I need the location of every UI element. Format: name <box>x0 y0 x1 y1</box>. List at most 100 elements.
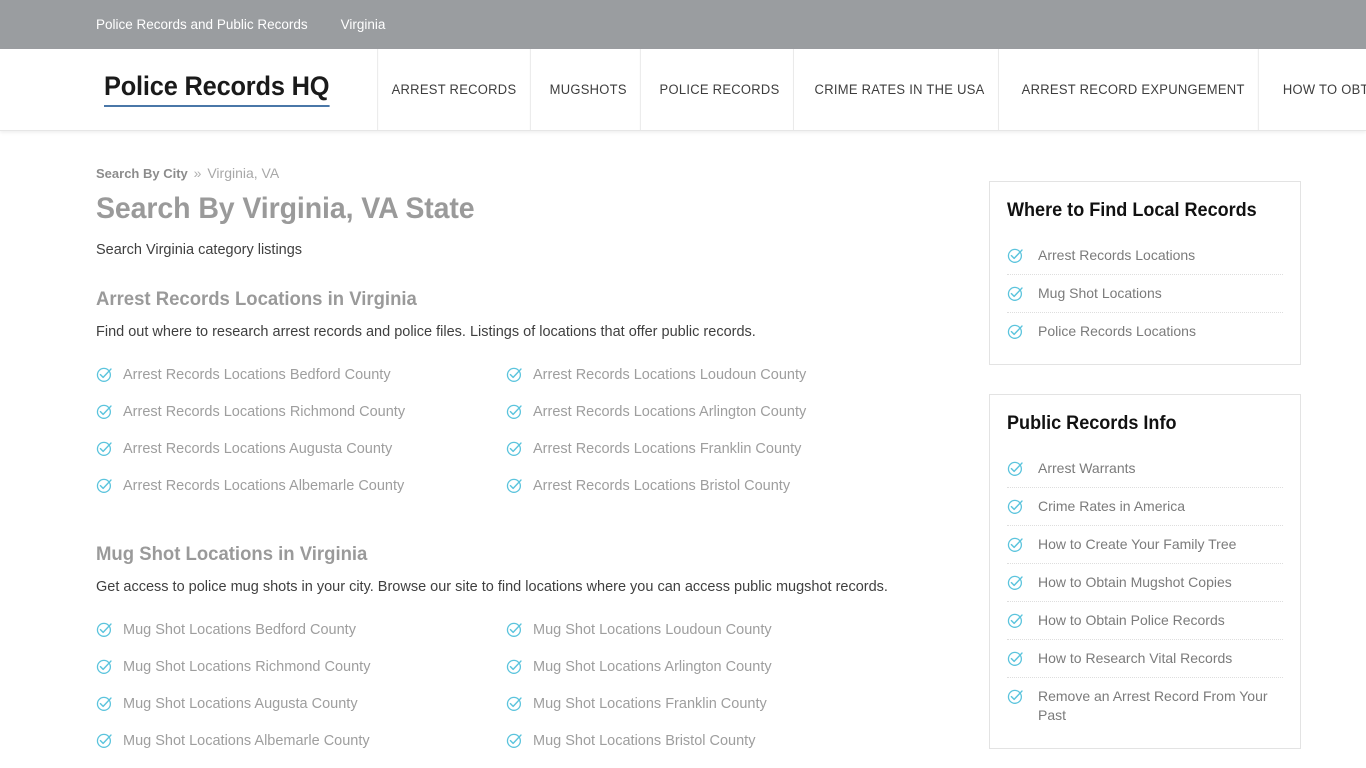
check-circle-icon <box>506 477 524 494</box>
list-item[interactable]: Mug Shot Locations Richmond County <box>96 656 506 678</box>
section-heading-mug-shot: Mug Shot Locations in Virginia <box>96 543 368 565</box>
sidebar-item-police-records-locations[interactable]: Police Records Locations <box>1007 313 1283 350</box>
list-item[interactable]: Mug Shot Locations Augusta County <box>96 693 506 715</box>
sidebar-item-label: How to Research Vital Records <box>1038 650 1233 666</box>
sidebar-item-label: Arrest Records Locations <box>1038 247 1196 263</box>
breadcrumb-root-link[interactable]: Search By City <box>96 166 188 181</box>
sidebar-item-arrest-warrants[interactable]: Arrest Warrants <box>1007 450 1283 487</box>
nav-item-obtain-public-records[interactable]: HOW TO OBTAIN PUBLIC RECORDS <box>1270 49 1366 130</box>
section-arrest-records: Arrest Records Locations in Virginia Fin… <box>96 288 926 497</box>
sidebar-item-label: How to Obtain Mugshot Copies <box>1038 574 1232 590</box>
list-item[interactable]: Arrest Records Locations Bedford County <box>96 364 506 386</box>
sidebar-item-how-to-obtain-police-records[interactable]: How to Obtain Police Records <box>1007 602 1283 639</box>
list-item[interactable]: Mug Shot Locations Franklin County <box>506 693 916 715</box>
check-circle-icon <box>96 440 114 457</box>
list-item: Police Records Locations <box>1007 313 1283 350</box>
check-circle-icon <box>506 658 524 675</box>
check-circle-icon <box>96 366 114 383</box>
check-circle-icon <box>506 732 524 749</box>
list-item[interactable]: Mug Shot Locations Arlington County <box>506 656 916 678</box>
link-grid-arrest-records: Arrest Records Locations Bedford County … <box>96 364 926 497</box>
sidebar-item-how-to-obtain-mugshot-copies[interactable]: How to Obtain Mugshot Copies <box>1007 564 1283 601</box>
check-circle-icon <box>96 403 114 420</box>
sidebar-item-label: How to Obtain Police Records <box>1038 612 1225 628</box>
check-circle-icon <box>96 658 114 675</box>
topbar-link-police-records[interactable]: Police Records and Public Records <box>96 17 308 32</box>
check-circle-icon <box>1007 498 1025 515</box>
check-circle-icon <box>96 621 114 638</box>
list-item-label: Arrest Records Locations Richmond County <box>123 404 406 420</box>
check-circle-icon <box>1007 574 1025 591</box>
list-item[interactable]: Mug Shot Locations Bedford County <box>96 619 506 641</box>
list-item: Arrest Warrants <box>1007 450 1283 488</box>
page-lede: Search Virginia category listings <box>96 242 303 258</box>
breadcrumb-separator: » <box>193 165 202 181</box>
sidebar-item-label: How to Create Your Family Tree <box>1038 536 1237 552</box>
topbar-link-virginia[interactable]: Virginia <box>341 17 386 32</box>
widget-public-records-info: Public Records Info Arrest Warrants Crim… <box>989 394 1301 749</box>
list-item[interactable]: Mug Shot Locations Loudoun County <box>506 619 916 641</box>
list-item[interactable]: Arrest Records Locations Bristol County <box>506 475 916 497</box>
list-item-label: Mug Shot Locations Loudoun County <box>533 622 772 638</box>
top-utility-bar: Police Records and Public Records Virgin… <box>0 0 1366 49</box>
list-item-label: Mug Shot Locations Bristol County <box>533 733 756 749</box>
sidebar-item-remove-arrest-record[interactable]: Remove an Arrest Record From Your Past <box>1007 678 1283 734</box>
nav-item-crime-rates[interactable]: CRIME RATES IN THE USA <box>801 49 1000 130</box>
check-circle-icon <box>1007 247 1025 264</box>
list-item: How to Research Vital Records <box>1007 640 1283 678</box>
check-circle-icon <box>96 695 114 712</box>
list-item[interactable]: Arrest Records Locations Loudoun County <box>506 364 916 386</box>
breadcrumb: Search By City » Virginia, VA <box>96 165 926 181</box>
list-item-label: Arrest Records Locations Bristol County <box>533 478 791 494</box>
check-circle-icon <box>1007 323 1025 340</box>
list-item: How to Create Your Family Tree <box>1007 526 1283 564</box>
nav-item-mugshots[interactable]: MUGSHOTS <box>536 49 641 130</box>
check-circle-icon <box>506 621 524 638</box>
nav-item-expungement[interactable]: ARREST RECORD EXPUNGEMENT <box>1008 49 1260 130</box>
site-logo[interactable]: Police Records HQ <box>104 72 329 107</box>
section-mug-shot: Mug Shot Locations in Virginia Get acces… <box>96 543 926 752</box>
list-item[interactable]: Mug Shot Locations Bristol County <box>506 730 916 752</box>
link-grid-mug-shot: Mug Shot Locations Bedford County Mug Sh… <box>96 619 926 752</box>
check-circle-icon <box>96 477 114 494</box>
sidebar-item-crime-rates-in-america[interactable]: Crime Rates in America <box>1007 488 1283 525</box>
check-circle-icon <box>506 403 524 420</box>
page-title: Search By Virginia, VA State <box>96 192 475 225</box>
sidebar-item-mug-shot-locations[interactable]: Mug Shot Locations <box>1007 275 1283 312</box>
list-item[interactable]: Arrest Records Locations Arlington Count… <box>506 401 916 423</box>
sidebar-item-arrest-records-locations[interactable]: Arrest Records Locations <box>1007 237 1283 274</box>
list-item-label: Arrest Records Locations Arlington Count… <box>533 404 807 420</box>
site-header: Police Records HQ ARREST RECORDS MUGSHOT… <box>0 49 1366 131</box>
check-circle-icon <box>506 695 524 712</box>
list-item-label: Arrest Records Locations Loudoun County <box>533 367 807 383</box>
sidebar-item-how-to-research-vital-records[interactable]: How to Research Vital Records <box>1007 640 1283 677</box>
check-circle-icon <box>96 732 114 749</box>
sidebar-item-label: Police Records Locations <box>1038 323 1196 339</box>
list-item-label: Arrest Records Locations Augusta County <box>123 441 393 457</box>
list-item[interactable]: Arrest Records Locations Richmond County <box>96 401 506 423</box>
check-circle-icon <box>1007 650 1025 667</box>
check-circle-icon <box>1007 460 1025 477</box>
list-item: Remove an Arrest Record From Your Past <box>1007 678 1283 734</box>
check-circle-icon <box>1007 285 1025 302</box>
section-heading-arrest-records: Arrest Records Locations in Virginia <box>96 288 417 310</box>
widget-list: Arrest Warrants Crime Rates in America H… <box>1007 450 1283 734</box>
sidebar-item-how-to-create-family-tree[interactable]: How to Create Your Family Tree <box>1007 526 1283 563</box>
list-item: How to Obtain Mugshot Copies <box>1007 564 1283 602</box>
nav-item-arrest-records[interactable]: ARREST RECORDS <box>376 49 531 130</box>
list-item[interactable]: Arrest Records Locations Franklin County <box>506 438 916 460</box>
list-item[interactable]: Arrest Records Locations Augusta County <box>96 438 506 460</box>
nav-item-police-records[interactable]: POLICE RECORDS <box>646 49 794 130</box>
list-item[interactable]: Arrest Records Locations Albemarle Count… <box>96 475 506 497</box>
check-circle-icon <box>506 366 524 383</box>
list-item: Mug Shot Locations <box>1007 275 1283 313</box>
list-item-label: Arrest Records Locations Bedford County <box>123 367 391 383</box>
list-item: Crime Rates in America <box>1007 488 1283 526</box>
sidebar-item-label: Crime Rates in America <box>1038 498 1186 514</box>
check-circle-icon <box>1007 536 1025 553</box>
breadcrumb-current: Virginia, VA <box>207 165 280 181</box>
list-item[interactable]: Mug Shot Locations Albemarle County <box>96 730 506 752</box>
main-content: Search By City » Virginia, VA Search By … <box>96 131 926 768</box>
list-item-label: Mug Shot Locations Richmond County <box>123 659 371 675</box>
brand-container: Police Records HQ <box>0 49 374 130</box>
